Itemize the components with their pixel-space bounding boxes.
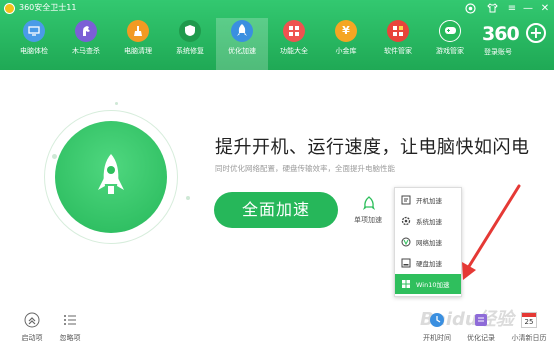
login-label[interactable]: 登录账号	[484, 47, 512, 57]
brand-360: 360	[482, 23, 520, 45]
nav-label: 功能大全	[280, 47, 308, 55]
app-title: 360安全卫士11	[19, 3, 77, 12]
nav-label: 游戏管家	[436, 47, 464, 55]
gear-icon	[401, 216, 411, 226]
menu-item-disk-speedup[interactable]: 硬盘加速	[395, 253, 461, 273]
monitor-icon	[23, 20, 45, 42]
single-speedup-label[interactable]: 单项加速	[354, 215, 382, 225]
optimize-record-button[interactable]: 优化记录	[462, 306, 500, 352]
headline: 提升开机、运行速度，让电脑快如闪电	[215, 137, 530, 158]
menu-item-system-speedup[interactable]: 系统加速	[395, 211, 461, 231]
skin-icon[interactable]	[462, 1, 478, 16]
shield-icon	[179, 20, 201, 42]
calendar-label: 小清新日历	[511, 334, 547, 342]
app-logo-icon	[4, 3, 15, 14]
coin-icon: ¥	[335, 20, 357, 42]
nav-label: 木马查杀	[72, 47, 100, 55]
nav-label: 电脑体检	[20, 47, 48, 55]
nav-item-games[interactable]: 游戏管家	[424, 18, 476, 70]
title-row: 360安全卫士11 ≡ — ✕	[0, 0, 554, 18]
ignored-items-button[interactable]: 忽略项	[52, 306, 88, 352]
nav-label: 系统修复	[176, 47, 204, 55]
menu-item-label: 开机加速	[416, 197, 442, 205]
power-icon	[401, 195, 411, 205]
nav-item-treasury[interactable]: ¥ 小金库	[320, 18, 372, 70]
add-account-icon[interactable]: +	[526, 23, 546, 43]
menu-item-label: 系统加速	[416, 218, 442, 226]
startup-icon	[24, 312, 40, 328]
rocket-icon	[98, 154, 124, 194]
shirt-icon[interactable]	[484, 1, 500, 16]
grid-icon	[283, 20, 305, 42]
menu-item-label: 网络加速	[416, 239, 442, 247]
nav-item-software[interactable]: 软件管家	[372, 18, 424, 70]
rocket-icon	[231, 20, 253, 42]
nav-item-features[interactable]: 功能大全	[268, 18, 320, 70]
nav-label: 优化加速	[228, 47, 256, 55]
windows-icon	[401, 279, 411, 289]
subline: 同时优化网络配置，硬盘传输效率，全面提升电脑性能	[215, 164, 395, 173]
record-icon	[475, 314, 487, 326]
nav-item-trojan[interactable]: 木马查杀	[60, 18, 112, 70]
nav-label: 小金库	[335, 47, 357, 55]
calendar-icon: 25	[521, 312, 537, 328]
nav-label: 软件管家	[384, 47, 412, 55]
decor-dot	[115, 102, 118, 105]
calendar-day: 25	[524, 318, 534, 326]
menu-item-boot-speedup[interactable]: 开机加速	[395, 190, 461, 210]
nav-label: 电脑清理	[124, 47, 152, 55]
calendar-button[interactable]: 25 小清新日历	[506, 306, 552, 352]
bottom-bar: 启动项 忽略项 开机时间 优化记录 25 小清新日历	[0, 306, 554, 352]
nav-item-checkup[interactable]: 电脑体检	[8, 18, 60, 70]
startup-items-button[interactable]: 启动项	[14, 306, 50, 352]
ignored-label: 忽略项	[59, 334, 81, 342]
broom-icon	[127, 20, 149, 42]
nav-item-cleanup[interactable]: 电脑清理	[112, 18, 164, 70]
boot-time-label: 开机时间	[423, 334, 451, 342]
disk-icon	[401, 258, 411, 268]
apps-icon	[387, 20, 409, 42]
boot-time-button[interactable]: 开机时间	[418, 306, 456, 352]
horse-icon	[75, 20, 97, 42]
optimize-record-label: 优化记录	[467, 334, 495, 342]
menu-item-network-speedup[interactable]: 网络加速	[395, 232, 461, 252]
decor-dot	[186, 196, 190, 200]
minimize-icon[interactable]: —	[520, 1, 536, 16]
login-area[interactable]: 360 + 登录账号	[478, 20, 554, 68]
nav-item-repair[interactable]: 系统修复	[164, 18, 216, 70]
single-speedup-menu: 开机加速 系统加速 网络加速 硬盘加速 Win10加速	[394, 187, 462, 297]
top-bar: 360安全卫士11 ≡ — ✕ 电脑体检 木马查杀 电脑清理 系统修复 优化加速…	[0, 0, 554, 70]
menu-icon[interactable]: ≡	[504, 1, 520, 16]
gamepad-icon	[439, 20, 461, 42]
menu-item-label: Win10加速	[416, 281, 450, 289]
clock-icon	[430, 313, 444, 327]
list-icon	[64, 315, 76, 325]
startup-label: 启动项	[21, 334, 43, 342]
single-speedup-rocket-icon[interactable]	[362, 196, 376, 212]
close-icon[interactable]: ✕	[537, 1, 553, 16]
menu-item-win10-speedup[interactable]: Win10加速	[395, 274, 461, 294]
menu-item-label: 硬盘加速	[416, 260, 442, 268]
full-speedup-button[interactable]: 全面加速	[214, 192, 338, 228]
nav-item-speedup[interactable]: 优化加速	[216, 18, 268, 70]
network-icon	[401, 237, 411, 247]
